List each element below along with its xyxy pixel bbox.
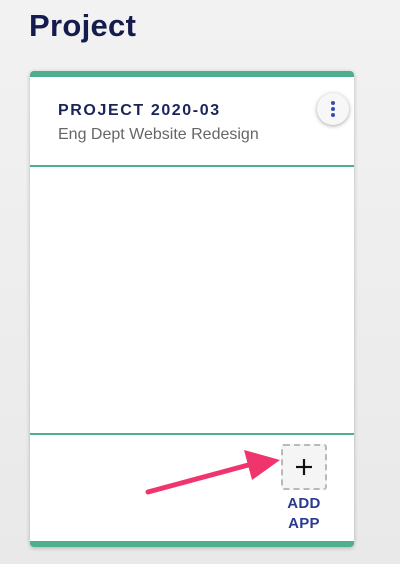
plus-icon xyxy=(296,459,312,475)
page-title: Project xyxy=(29,8,137,43)
add-app-label: ADD APP xyxy=(287,494,320,534)
page: Project PROJECT 2020-03 Eng Dept Website… xyxy=(0,0,400,564)
card-body xyxy=(30,167,354,435)
add-app-box[interactable] xyxy=(281,444,327,490)
project-name: Eng Dept Website Redesign xyxy=(58,126,259,143)
more-vertical-icon xyxy=(331,101,335,117)
annotation-arrow-icon xyxy=(145,450,280,495)
add-app-label-line2: APP xyxy=(288,515,320,532)
card-header: PROJECT 2020-03 Eng Dept Website Redesig… xyxy=(30,77,354,167)
project-code: PROJECT 2020-03 xyxy=(58,102,221,119)
add-app-label-line1: ADD xyxy=(287,495,321,512)
add-app-button[interactable]: ADD APP xyxy=(279,444,329,534)
card-menu-button[interactable] xyxy=(317,93,349,125)
